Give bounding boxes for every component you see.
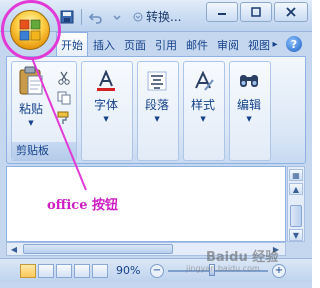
tab-mailings[interactable]: 邮件 bbox=[181, 34, 212, 56]
paragraph-icon bbox=[147, 71, 167, 91]
minimize-button[interactable] bbox=[206, 2, 238, 22]
vertical-scrollbar[interactable]: ▦ ▲ ▼ bbox=[287, 166, 305, 242]
tab-scroll-right-icon[interactable]: ▸ bbox=[266, 36, 284, 52]
tab-review[interactable]: 审阅 bbox=[212, 34, 243, 56]
dropdown-icon[interactable] bbox=[108, 8, 126, 26]
annotation-label: office 按钮 bbox=[47, 198, 118, 213]
editing-label: 编辑 bbox=[237, 98, 262, 112]
full-screen-view-icon[interactable] bbox=[38, 264, 54, 278]
ruler-toggle-icon[interactable]: ▦ bbox=[289, 169, 303, 181]
vertical-scroll-thumb[interactable] bbox=[290, 205, 302, 227]
styles-group: 样式 ▼ bbox=[183, 61, 225, 161]
format-painter-icon[interactable] bbox=[56, 110, 72, 126]
scroll-up-icon[interactable]: ▲ bbox=[289, 183, 303, 195]
paste-icon bbox=[19, 66, 43, 95]
tab-home[interactable]: 开始 bbox=[56, 32, 88, 56]
close-button[interactable] bbox=[274, 2, 308, 22]
horizontal-scroll-thumb[interactable] bbox=[23, 244, 173, 254]
ribbon: 粘贴 ▼ 剪贴板 字体 ▼ 段落 ▼ 样式 ▼ 编辑 ▼ bbox=[6, 56, 306, 164]
zoom-in-icon[interactable]: + bbox=[272, 264, 286, 278]
editing-dropdown-icon[interactable]: ▼ bbox=[246, 115, 251, 123]
scroll-left-icon[interactable]: ◀ bbox=[7, 243, 21, 255]
editing-button[interactable]: 编辑 ▼ bbox=[237, 70, 261, 123]
paragraph-label: 段落 bbox=[145, 98, 170, 112]
styles-icon bbox=[195, 70, 214, 91]
word-window: 转换... 开始 插入 页面 引用 邮件 审阅 视图 ▸ ? 粘贴 ▼ 剪贴板 … bbox=[0, 0, 312, 288]
document-title: 转换... bbox=[146, 10, 182, 24]
editing-group: 编辑 ▼ bbox=[229, 61, 271, 161]
paragraph-dropdown-icon[interactable]: ▼ bbox=[154, 115, 159, 123]
cut-icon[interactable] bbox=[56, 70, 72, 86]
scroll-down-icon[interactable]: ▼ bbox=[289, 229, 303, 241]
web-layout-view-icon[interactable] bbox=[56, 264, 72, 278]
qat-separator bbox=[81, 9, 82, 25]
help-icon[interactable]: ? bbox=[286, 36, 302, 52]
font-button[interactable]: 字体 ▼ bbox=[94, 70, 118, 123]
watermark-url: jingyan.baidu.com bbox=[186, 264, 260, 273]
tab-page-layout[interactable]: 页面 bbox=[119, 34, 150, 56]
ribbon-tabs: 开始 插入 页面 引用 邮件 审阅 视图 bbox=[56, 32, 274, 56]
draft-view-icon[interactable] bbox=[92, 264, 108, 278]
font-group: 字体 ▼ bbox=[81, 61, 133, 161]
zoom-level[interactable]: 90% bbox=[116, 264, 140, 277]
find-icon bbox=[240, 75, 258, 87]
customize-dropdown-icon[interactable] bbox=[129, 8, 147, 26]
paragraph-group: 段落 ▼ bbox=[137, 61, 179, 161]
paragraph-button[interactable]: 段落 ▼ bbox=[145, 70, 169, 123]
watermark-text: Baidu 经验 bbox=[206, 250, 279, 265]
save-icon[interactable] bbox=[58, 8, 76, 26]
office-button-highlight bbox=[1, 0, 61, 60]
undo-icon[interactable] bbox=[87, 8, 105, 26]
styles-label: 样式 bbox=[191, 98, 216, 112]
maximize-button[interactable] bbox=[240, 2, 272, 22]
paste-label: 粘贴 bbox=[18, 102, 43, 116]
document-area[interactable]: office 按钮 bbox=[6, 166, 286, 242]
font-label: 字体 bbox=[94, 98, 119, 112]
zoom-out-icon[interactable]: − bbox=[150, 264, 164, 278]
clipboard-group: 粘贴 ▼ 剪贴板 bbox=[11, 61, 77, 161]
styles-button[interactable]: 样式 ▼ bbox=[191, 70, 215, 123]
tab-references[interactable]: 引用 bbox=[150, 34, 181, 56]
copy-icon[interactable] bbox=[56, 90, 72, 106]
paste-dropdown-icon[interactable]: ▼ bbox=[28, 119, 33, 127]
quick-access-toolbar bbox=[58, 7, 147, 27]
window-controls bbox=[204, 2, 308, 22]
print-layout-view-icon[interactable] bbox=[20, 264, 36, 278]
font-color-icon bbox=[97, 70, 115, 91]
tab-insert[interactable]: 插入 bbox=[88, 34, 119, 56]
styles-dropdown-icon[interactable]: ▼ bbox=[200, 115, 205, 123]
paste-button[interactable]: 粘贴 ▼ bbox=[18, 66, 44, 127]
font-dropdown-icon[interactable]: ▼ bbox=[103, 115, 108, 123]
outline-view-icon[interactable] bbox=[74, 264, 90, 278]
clipboard-group-label: 剪贴板 bbox=[12, 142, 76, 160]
